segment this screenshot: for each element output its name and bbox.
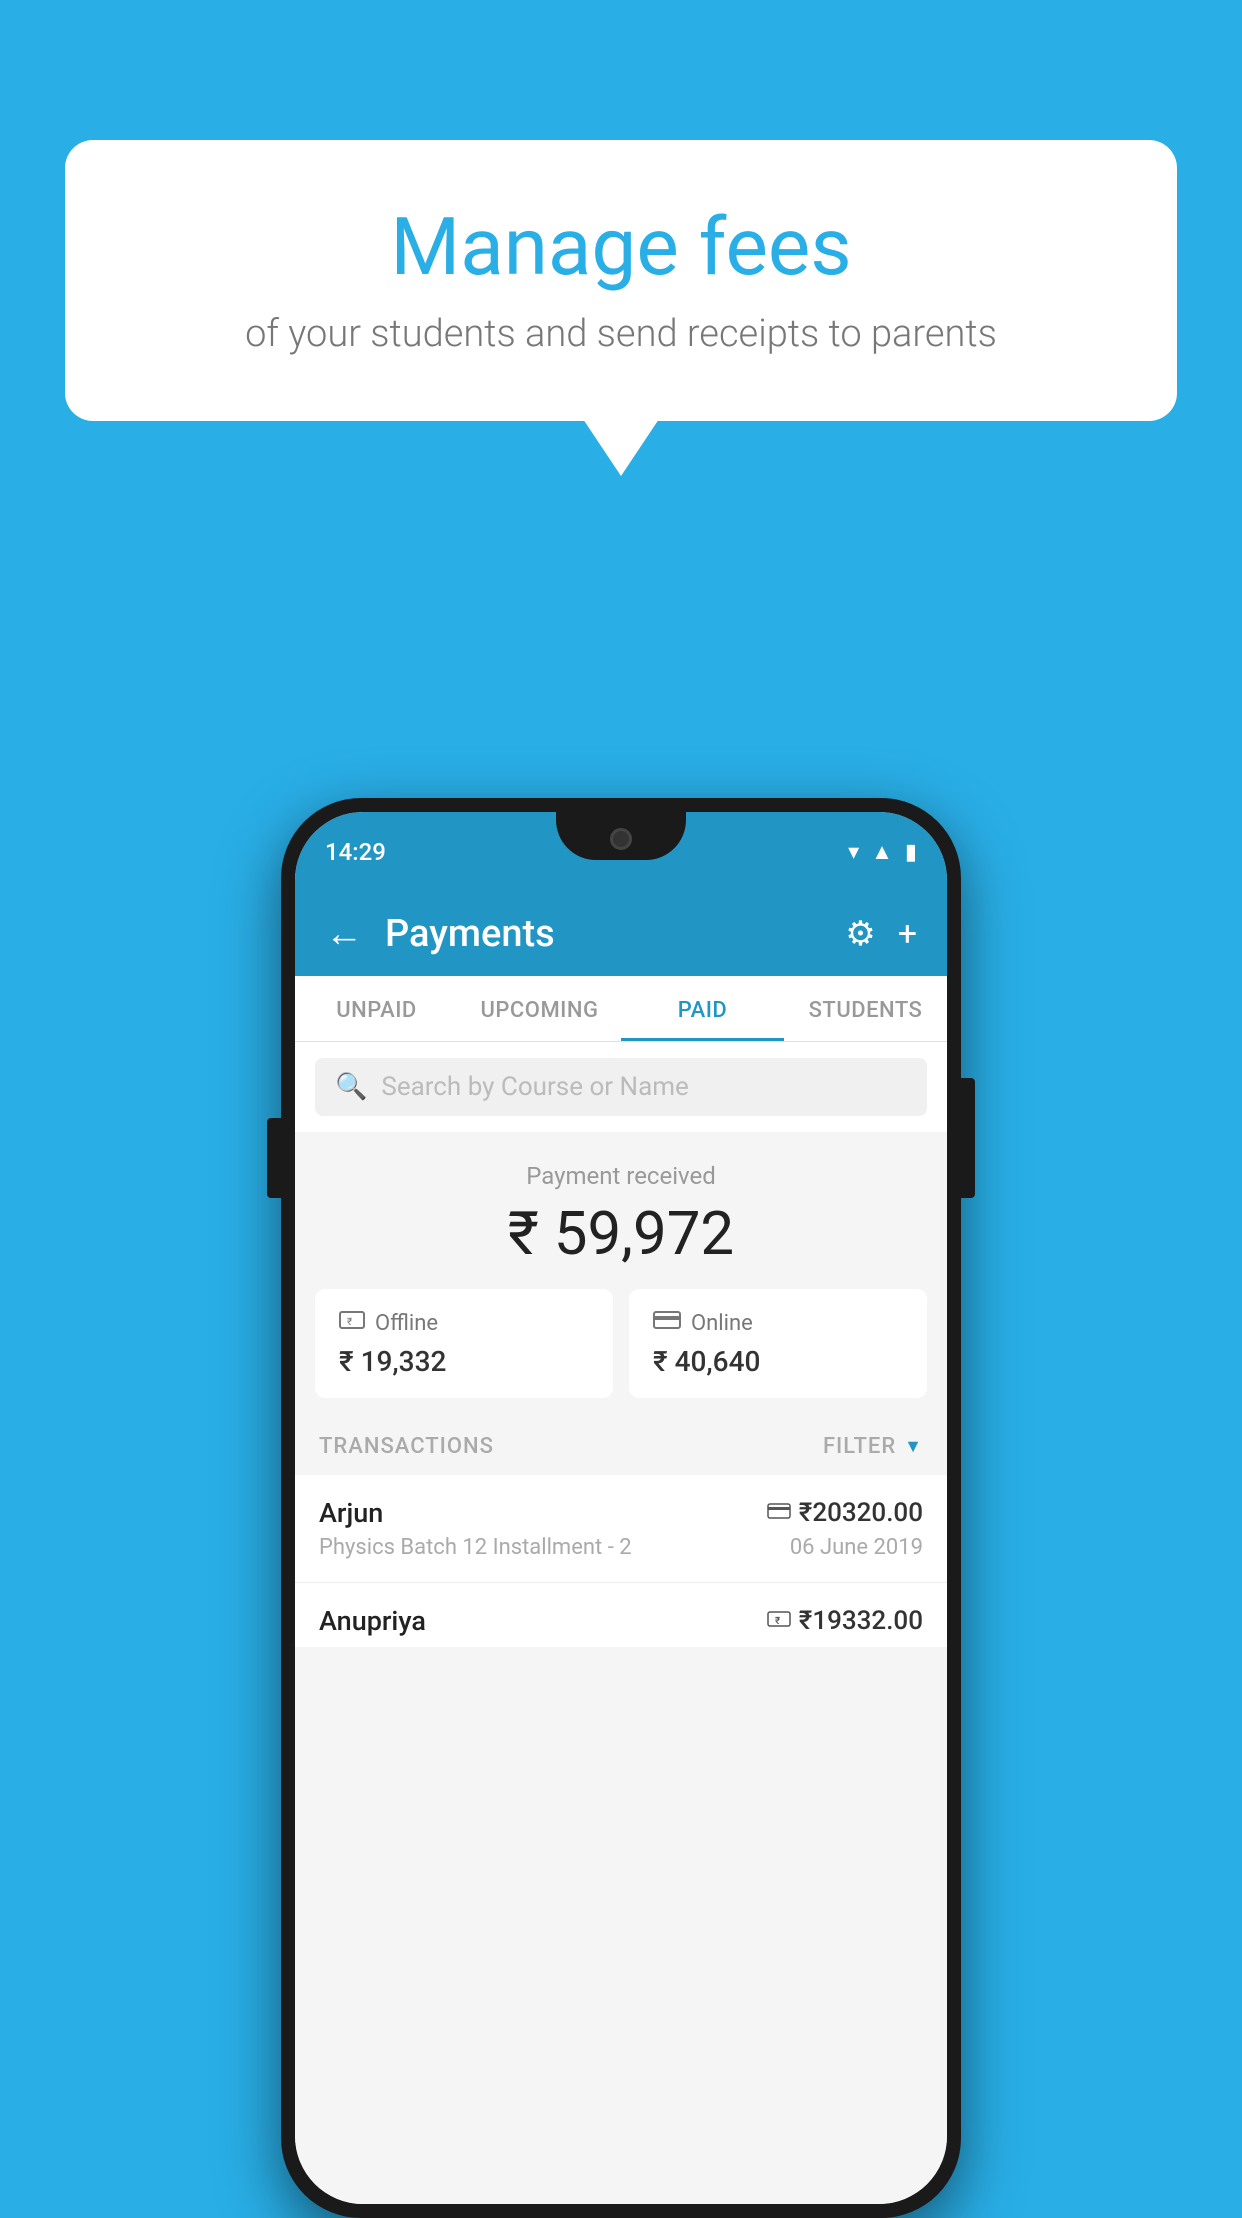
back-button[interactable]: ← <box>325 912 363 956</box>
bubble-title: Manage fees <box>135 200 1107 294</box>
settings-icon[interactable]: ⚙ <box>845 914 875 954</box>
filter-button[interactable]: FILTER ▼ <box>823 1434 923 1459</box>
search-placeholder-text: Search by Course or Name <box>381 1072 688 1102</box>
bubble-subtitle: of your students and send receipts to pa… <box>135 312 1107 356</box>
transaction-amount-2: ₹19332.00 <box>799 1606 923 1636</box>
online-amount: ₹ 40,640 <box>653 1345 903 1378</box>
signal-icon: ▲ <box>871 839 893 865</box>
online-card-header: Online <box>653 1309 903 1337</box>
camera-dot <box>610 828 632 850</box>
transaction-name: Arjun <box>319 1497 383 1529</box>
transaction-bottom: Physics Batch 12 Installment - 2 06 June… <box>319 1535 923 1560</box>
transaction-amount-row: ₹20320.00 <box>767 1498 923 1528</box>
tabs-bar: UNPAID UPCOMING PAID STUDENTS <box>295 976 947 1042</box>
transactions-label: TRANSACTIONS <box>319 1434 494 1459</box>
phone-screen: 14:29 ▾ ▲ ▮ ← Payments ⚙ + UNPAID UPCO <box>295 812 947 2204</box>
offline-label: Offline <box>375 1311 438 1336</box>
header-icons: ⚙ + <box>845 914 917 954</box>
phone-outer: 14:29 ▾ ▲ ▮ ← Payments ⚙ + UNPAID UPCO <box>281 798 961 2218</box>
online-label: Online <box>691 1311 753 1336</box>
svg-text:₹: ₹ <box>347 1317 352 1328</box>
payment-received-label: Payment received <box>315 1162 927 1190</box>
offline-card-header: ₹ Offline <box>339 1309 589 1337</box>
status-icons: ▾ ▲ ▮ <box>848 839 917 865</box>
offline-icon: ₹ <box>339 1309 365 1337</box>
offline-amount: ₹ 19,332 <box>339 1345 589 1378</box>
payment-received-amount: ₹ 59,972 <box>315 1198 927 1269</box>
search-box[interactable]: 🔍 Search by Course or Name <box>315 1058 927 1116</box>
notch-cutout <box>556 812 686 860</box>
transaction-name-2: Anupriya <box>319 1605 426 1637</box>
transaction-row[interactable]: Arjun ₹20320.00 Physics <box>295 1475 947 1583</box>
transaction-top: Arjun ₹20320.00 <box>319 1497 923 1529</box>
tab-unpaid[interactable]: UNPAID <box>295 976 458 1041</box>
search-icon: 🔍 <box>335 1072 367 1102</box>
cash-payment-icon: ₹ <box>767 1609 791 1634</box>
page-title: Payments <box>385 912 845 956</box>
transaction-amount: ₹20320.00 <box>799 1498 923 1528</box>
card-payment-icon <box>767 1501 791 1526</box>
phone-frame: 14:29 ▾ ▲ ▮ ← Payments ⚙ + UNPAID UPCO <box>281 798 961 2218</box>
transaction-description: Physics Batch 12 Installment - 2 <box>319 1535 632 1560</box>
battery-icon: ▮ <box>905 840 917 865</box>
transaction-row-partial[interactable]: Anupriya ₹ ₹19332.00 <box>295 1583 947 1647</box>
online-icon <box>653 1309 681 1337</box>
online-card: Online ₹ 40,640 <box>629 1289 927 1398</box>
app-header: ← Payments ⚙ + <box>295 892 947 976</box>
payment-received-section: Payment received ₹ 59,972 <box>295 1132 947 1289</box>
offline-card: ₹ Offline ₹ 19,332 <box>315 1289 613 1398</box>
transaction-date: 06 June 2019 <box>790 1535 923 1560</box>
speech-bubble: Manage fees of your students and send re… <box>65 140 1177 421</box>
transaction-top-partial: Anupriya ₹ ₹19332.00 <box>319 1605 923 1637</box>
tab-upcoming[interactable]: UPCOMING <box>458 976 621 1041</box>
content-area: 🔍 Search by Course or Name Payment recei… <box>295 1042 947 2204</box>
tab-students[interactable]: STUDENTS <box>784 976 947 1041</box>
payment-cards-row: ₹ Offline ₹ 19,332 <box>295 1289 947 1418</box>
speech-bubble-wrapper: Manage fees of your students and send re… <box>65 140 1177 421</box>
transactions-header: TRANSACTIONS FILTER ▼ <box>295 1418 947 1475</box>
wifi-icon: ▾ <box>848 840 859 865</box>
tab-paid[interactable]: PAID <box>621 976 784 1041</box>
add-icon[interactable]: + <box>898 914 917 954</box>
transaction-amount-row-2: ₹ ₹19332.00 <box>767 1606 923 1636</box>
status-bar: 14:29 ▾ ▲ ▮ <box>295 812 947 892</box>
filter-icon: ▼ <box>904 1436 923 1457</box>
status-time: 14:29 <box>325 838 386 866</box>
search-container: 🔍 Search by Course or Name <box>295 1042 947 1132</box>
svg-text:₹: ₹ <box>775 1616 781 1627</box>
